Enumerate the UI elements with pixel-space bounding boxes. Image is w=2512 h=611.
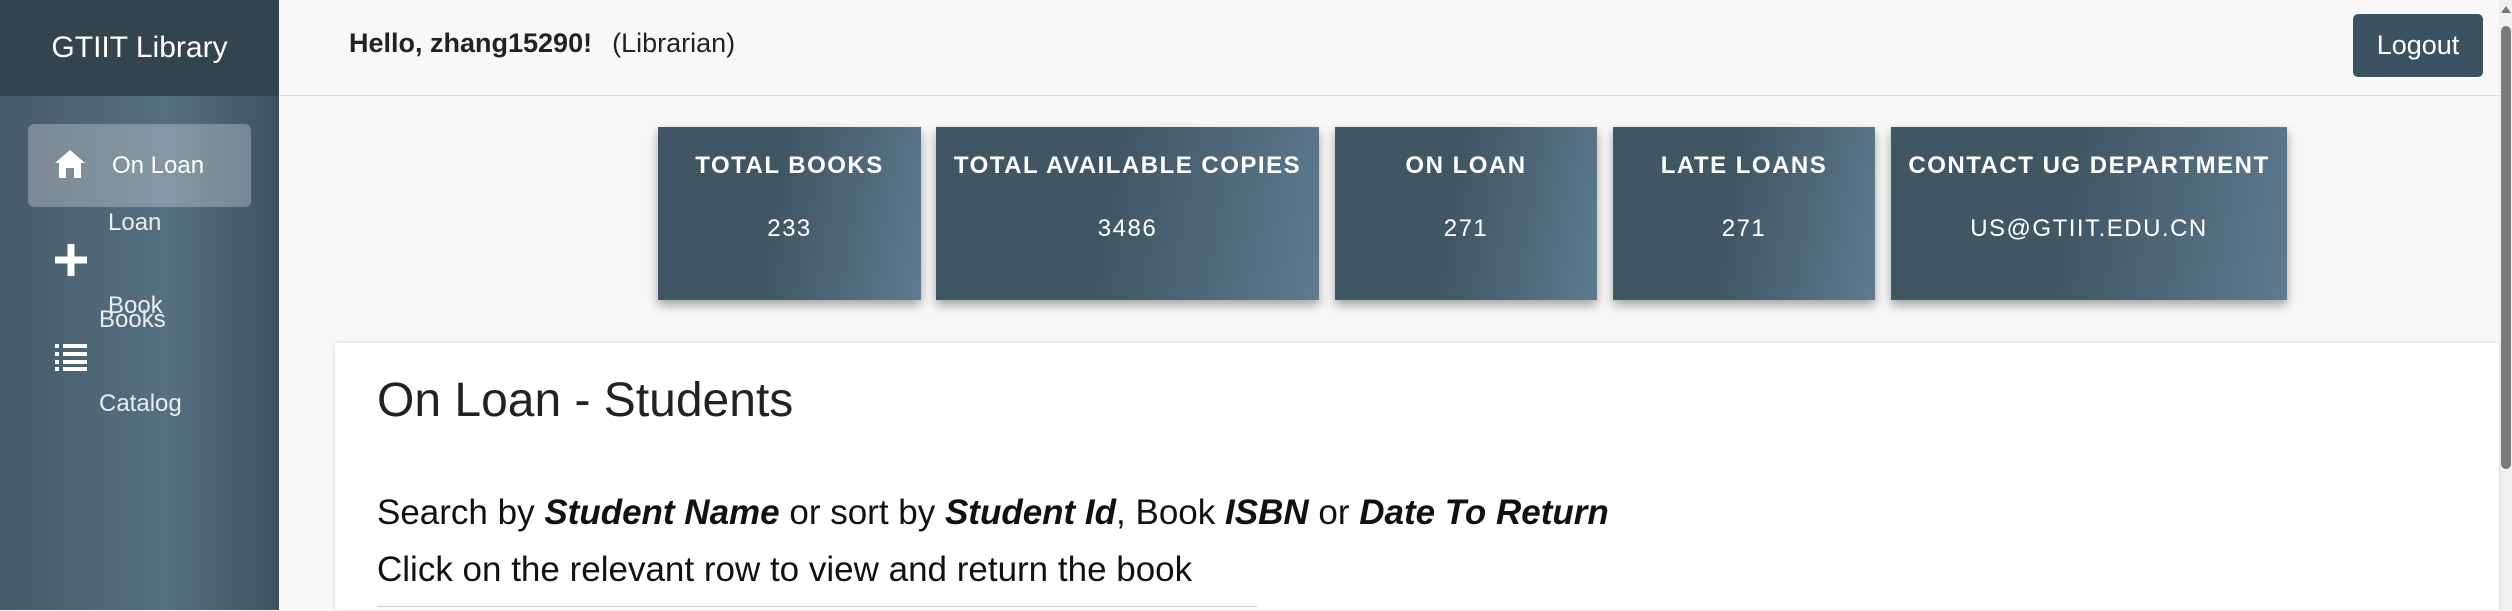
search-instructions: Search by Student Name or sort by Studen… xyxy=(377,493,1609,533)
logout-button[interactable]: Logout xyxy=(2353,14,2483,77)
sidebar-item-catalog-label[interactable]: Catalog xyxy=(99,390,182,418)
stat-title: ON LOAN xyxy=(1405,152,1527,179)
scroll-up-arrow-icon[interactable] xyxy=(2501,6,2511,13)
stat-card-contact-ug-department: CONTACT UG DEPARTMENT US@GTIIT.EDU.CN xyxy=(1891,127,2287,300)
sidebar-item-label: On Loan xyxy=(112,152,205,179)
page-title: On Loan - Students xyxy=(377,374,794,427)
sidebar-item-on-loan[interactable]: On Loan xyxy=(28,124,251,207)
instr-text: , Book xyxy=(1116,493,1225,532)
user-role: (Librarian) xyxy=(612,28,736,58)
instr-student-id: Student Id xyxy=(944,493,1117,532)
stat-title: TOTAL AVAILABLE COPIES xyxy=(953,152,1302,179)
sidebar-item-loan-label[interactable]: Loan xyxy=(108,209,161,237)
stat-card-on-loan: ON LOAN 271 xyxy=(1335,127,1597,300)
stat-value: 271 xyxy=(1721,215,1767,242)
search-input-edge[interactable] xyxy=(377,606,1257,611)
instr-date-to-return: Date To Return xyxy=(1359,493,1609,532)
greeting-text: Hello, zhang15290! xyxy=(349,28,593,58)
scrollbar[interactable] xyxy=(2499,0,2512,610)
instr-text: or sort by xyxy=(779,493,945,532)
stat-value: 233 xyxy=(767,215,812,242)
instr-text: or xyxy=(1308,493,1360,532)
stat-value: 3486 xyxy=(1097,215,1158,242)
home-icon xyxy=(54,149,86,184)
stat-value: 271 xyxy=(1443,215,1489,242)
row-click-instructions: Click on the relevant row to view and re… xyxy=(377,550,1193,589)
on-loan-panel: On Loan - Students Search by Student Nam… xyxy=(335,343,2499,610)
stat-card-late-loans: LATE LOANS 271 xyxy=(1613,127,1875,300)
app-brand[interactable]: GTIIT Library xyxy=(0,0,279,96)
stat-value[interactable]: US@GTIIT.EDU.CN xyxy=(1891,215,2287,243)
top-bar: Hello, zhang15290! (Librarian) xyxy=(279,0,2499,96)
stat-title: TOTAL BOOKS xyxy=(695,152,884,179)
sidebar: GTIIT Library On Loan Loan Book Books Ca… xyxy=(0,0,279,610)
scroll-thumb[interactable] xyxy=(2501,26,2511,469)
stat-title: CONTACT UG DEPARTMENT xyxy=(1908,152,2270,179)
stat-title: LATE LOANS xyxy=(1660,152,1828,179)
instr-text: Search by xyxy=(377,493,545,532)
sidebar-item-books-label[interactable]: Books xyxy=(99,306,166,334)
list-icon[interactable] xyxy=(55,343,87,376)
user-greeting: Hello, zhang15290! (Librarian) xyxy=(349,28,735,59)
stat-card-total-available-copies: TOTAL AVAILABLE COPIES 3486 xyxy=(936,127,1319,300)
instr-isbn: ISBN xyxy=(1225,493,1309,532)
plus-icon[interactable] xyxy=(55,244,87,281)
stat-card-total-books: TOTAL BOOKS 233 xyxy=(658,127,921,300)
instr-student-name: Student Name xyxy=(544,493,780,532)
